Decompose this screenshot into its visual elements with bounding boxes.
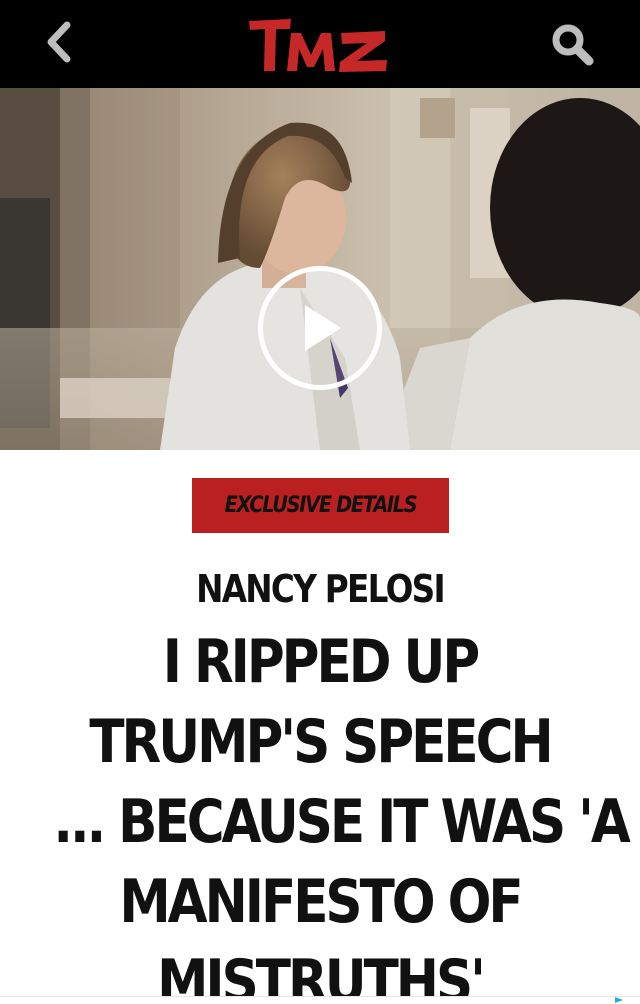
ad-banner-edge[interactable] [0, 996, 640, 1004]
tmz-logo[interactable] [240, 10, 400, 78]
adchoices-icon[interactable] [614, 996, 624, 1004]
search-icon [552, 24, 594, 66]
tmz-logo-mark [249, 19, 387, 72]
chevron-left-icon [47, 21, 71, 63]
play-button[interactable] [258, 266, 382, 390]
search-button[interactable] [540, 14, 604, 74]
headline-line: I RIPPED UP [162, 627, 480, 697]
article-kicker: NANCY PELOSI [196, 567, 446, 611]
exclusive-badge: EXCLUSIVE DETAILS [192, 478, 449, 533]
exclusive-badge-label: EXCLUSIVE DETAILS [224, 493, 418, 518]
headline-line: TRUMP'S SPEECH [89, 707, 553, 777]
headline-line: MISTRUTHS' [157, 947, 486, 1004]
article-headline[interactable]: I RIPPED UP TRUMP'S SPEECH ... BECAUSE I… [53, 622, 630, 1004]
back-button[interactable] [30, 14, 86, 70]
headline-line: MANIFESTO OF [119, 867, 523, 937]
video-player[interactable] [0, 88, 640, 450]
top-nav-bar [0, 0, 640, 88]
play-icon [305, 305, 341, 351]
headline-line: ... BECAUSE IT WAS 'A [53, 787, 630, 857]
